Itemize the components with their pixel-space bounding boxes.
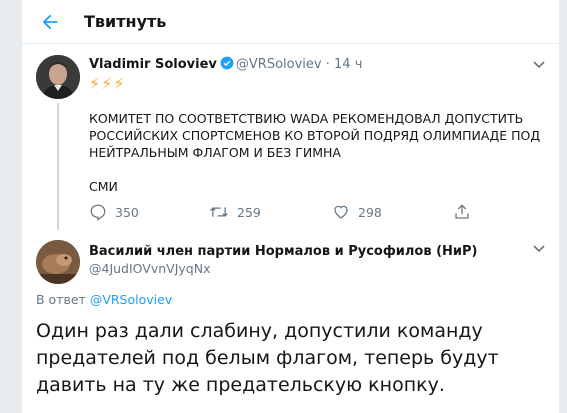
separator-dot: ·	[325, 57, 330, 72]
lightning-emoji: ⚡⚡⚡	[89, 74, 126, 93]
verified-badge-icon	[220, 56, 234, 70]
tweet-text: КОМИТЕТ ПО СООТВЕТСТВИЮ WADA РЕКОМЕНДОВА…	[89, 111, 541, 160]
reply-to-mention-link[interactable]: @VRSoloviev	[90, 292, 172, 307]
avatar-photo-icon	[36, 240, 80, 284]
chevron-down-icon[interactable]	[532, 60, 546, 70]
avatar[interactable]	[36, 240, 80, 284]
avatar[interactable]	[36, 55, 80, 99]
author-handle[interactable]: @VRSoloviev	[236, 57, 322, 72]
tweet-detail-panel: Твитнуть Vladimir Soloviev @VRSoloviev · …	[21, 0, 560, 413]
tweet-actions: 350 259 298	[89, 202, 509, 222]
author-name[interactable]: Vladimir Soloviev	[89, 57, 217, 72]
reply-tweet-text: Один раз дали слабину, допустили команду…	[36, 320, 499, 396]
reply-to-label: В ответ	[36, 292, 86, 307]
like-button[interactable]: 298	[332, 202, 382, 222]
heart-icon	[334, 205, 348, 219]
tweet-timestamp[interactable]: 14 ч	[334, 57, 362, 72]
arrow-left-icon[interactable]	[39, 11, 61, 33]
retweet-icon	[210, 207, 228, 217]
author-handle[interactable]: @4JudIOVvnVJyqNx	[89, 261, 211, 276]
thread-connector-line	[57, 103, 59, 230]
author-name[interactable]: Василий член партии Нормалов и Русофилов…	[89, 244, 477, 259]
page-title: Твитнуть	[84, 12, 167, 31]
tweet-source-text: СМИ	[89, 179, 118, 194]
share-icon	[455, 204, 469, 219]
chevron-down-icon[interactable]	[532, 244, 546, 254]
reply-count: 350	[115, 204, 139, 220]
tweet-body: КОМИТЕТ ПО СООТВЕТСТВИЮ WADA РЕКОМЕНДОВА…	[89, 110, 549, 195]
page-header: Твитнуть	[22, 0, 559, 44]
retweet-button[interactable]: 259	[209, 202, 261, 222]
reply-button[interactable]: 350	[89, 202, 139, 222]
tweet-author-row: Vladimir Soloviev @VRSoloviev · 14 ч	[89, 56, 362, 73]
like-count: 298	[358, 204, 382, 220]
share-button[interactable]	[453, 202, 471, 222]
reply-author-row: Василий член партии Нормалов и Русофилов…	[89, 243, 477, 260]
reply-context: В ответ @VRSoloviev	[36, 292, 172, 307]
reply-icon	[90, 204, 106, 221]
avatar-portrait-icon	[36, 55, 80, 99]
retweet-count: 259	[237, 204, 261, 220]
